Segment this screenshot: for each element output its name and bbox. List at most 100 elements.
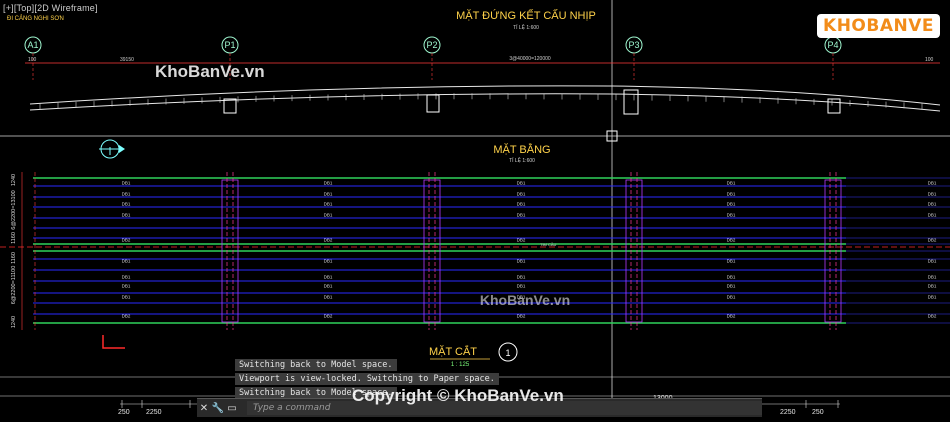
- plan-left-dims: 1240 1160 6@2200=13100 1240 6@2200=11100 1160: [11, 172, 23, 330]
- pier-p1: [223, 98, 237, 114]
- elevation-scale: TỈ LỆ 1:600: [513, 23, 539, 31]
- left-dim-text: 6@2200=13100: [11, 190, 17, 229]
- beam-label: DB2: [122, 314, 131, 319]
- beam-label: DB2: [517, 314, 526, 319]
- section-scale: 1 : 125: [451, 362, 470, 368]
- left-dim-text: 1160: [11, 252, 17, 264]
- north-arrow-icon: [99, 139, 125, 159]
- beam-label: DB1: [324, 284, 333, 289]
- watermark-top: KhoBanVe.vn: [155, 62, 265, 81]
- dim-b: 2250: [146, 409, 162, 416]
- beam-label: DB1: [727, 259, 736, 264]
- elevation-title: MẶT ĐỨNG KẾT CẤU NHỊP: [456, 9, 596, 22]
- axis-markers: A1 P1 P2 P3 P4: [24, 36, 842, 80]
- axis-marker: P3: [625, 36, 643, 80]
- beam-label: DB2: [727, 238, 736, 243]
- beam-label: DB1: [517, 181, 526, 186]
- beam-label: DB1: [324, 259, 333, 264]
- logo-text: KHOBANVE: [817, 14, 940, 38]
- command-history-line: Viewport is view-locked. Switching to Pa…: [235, 373, 499, 385]
- beam-label: DB1: [517, 192, 526, 197]
- axis-label: P1: [224, 40, 235, 50]
- dim-mid: 3@40000=120000: [509, 56, 551, 62]
- beam-label: DB1: [928, 192, 937, 197]
- close-icon[interactable]: ✕: [197, 401, 211, 415]
- beam-label: DB2: [324, 238, 333, 243]
- beam-label: DB1: [122, 284, 131, 289]
- beam-label: DB1: [324, 202, 333, 207]
- wrench-icon[interactable]: 🔧: [211, 401, 225, 415]
- beam-label: DB1: [727, 213, 736, 218]
- axis-label: P4: [827, 40, 838, 50]
- beam-label: DB1: [727, 275, 736, 280]
- beam-label: DB1: [324, 192, 333, 197]
- beam-label: DB1: [727, 284, 736, 289]
- beam-label: DB1: [517, 213, 526, 218]
- left-dim-text: 1240: [11, 174, 17, 186]
- dim-a: 250: [118, 409, 130, 416]
- axis-label: P3: [628, 40, 639, 50]
- left-dim-text: 1240: [11, 316, 17, 328]
- beam-label: DB1: [928, 213, 937, 218]
- beam-label: DB1: [727, 192, 736, 197]
- beam-label: DB1: [517, 259, 526, 264]
- axis-marker: P2: [423, 36, 441, 80]
- beam-label: DB2: [324, 314, 333, 319]
- beam-label: DB1: [324, 213, 333, 218]
- viewport-sublabel: ĐI CẢNG NGHI SƠN: [7, 16, 64, 22]
- axis-label: P2: [426, 40, 437, 50]
- beam-label: DB1: [122, 202, 131, 207]
- left-dim-text: 1160: [11, 232, 17, 244]
- beam-label: DB1: [324, 275, 333, 280]
- center-label: TIM CẦU: [540, 242, 557, 247]
- beam-label: DB1: [928, 181, 937, 186]
- dim-j: 2250: [780, 409, 796, 416]
- beam-label: DB1: [928, 284, 937, 289]
- beam-label: DB1: [928, 202, 937, 207]
- beam-label: DB1: [122, 213, 131, 218]
- deck-top-line: [29, 85, 941, 106]
- viewport-label[interactable]: [+][Top][2D Wireframe]: [3, 3, 98, 13]
- site-logo: KHOBANVE: [817, 14, 940, 38]
- axis-marker: P4: [824, 36, 842, 80]
- pier-p3: [623, 89, 639, 115]
- command-history-line: Switching back to Model space.: [235, 359, 397, 371]
- beam-label: DB1: [122, 181, 131, 186]
- dim-right: 100: [925, 57, 934, 63]
- beam-label: DB1: [517, 284, 526, 289]
- command-icon[interactable]: ▭: [225, 401, 239, 415]
- ucs-icon: [102, 335, 125, 349]
- plan-view: TIM CẦU DB1 DB1 DB1 DB1 DB1 DB1 DB1 DB1 DB1 DB1 DB1…: [0, 172, 950, 330]
- beam-label: DB1: [928, 295, 937, 300]
- drawing-viewport[interactable]: MẶT ĐỨNG KẾT CẤU NHỊP TỈ LỆ 1:600 A1 P1 P2…: [0, 0, 950, 418]
- dim-k: 250: [812, 409, 824, 416]
- plan-scale: TỈ LỆ 1:600: [509, 156, 535, 164]
- section-number: 1: [505, 348, 510, 358]
- beam-label: DB1: [324, 295, 333, 300]
- dim-left-b: 39150: [120, 57, 134, 63]
- beam-label: DB1: [928, 259, 937, 264]
- beam-label: DB1: [727, 202, 736, 207]
- beam-label: DB1: [122, 275, 131, 280]
- cad-canvas[interactable]: MẶT ĐỨNG KẾT CẤU NHỊP TỈ LỆ 1:600 A1 P1 P2…: [0, 0, 950, 418]
- beam-label: DB2: [928, 314, 937, 319]
- beam-label: DB1: [928, 275, 937, 280]
- beam-label: DB1: [122, 192, 131, 197]
- section-bubble: 1: [498, 342, 518, 362]
- watermark-mid: KhoBanVe.vn: [480, 292, 570, 308]
- dim-left-a: 100: [28, 57, 37, 63]
- pier-p4: [827, 98, 841, 114]
- beam-label: DB2: [517, 238, 526, 243]
- beam-label: DB2: [122, 238, 131, 243]
- section-title: MẶT CẮT: [429, 345, 477, 358]
- beam-label: DB2: [928, 238, 937, 243]
- watermark-bottom: Copyright © KhoBanVe.vn: [352, 386, 564, 405]
- beam-label: DB1: [517, 202, 526, 207]
- beam-label: DB1: [324, 181, 333, 186]
- plan-title: MẶT BẰNG: [493, 143, 550, 156]
- beam-label: DB1: [727, 295, 736, 300]
- beam-label: DB1: [122, 259, 131, 264]
- beam-label: DB1: [122, 295, 131, 300]
- pier-p2: [426, 94, 440, 113]
- beam-label: DB1: [517, 275, 526, 280]
